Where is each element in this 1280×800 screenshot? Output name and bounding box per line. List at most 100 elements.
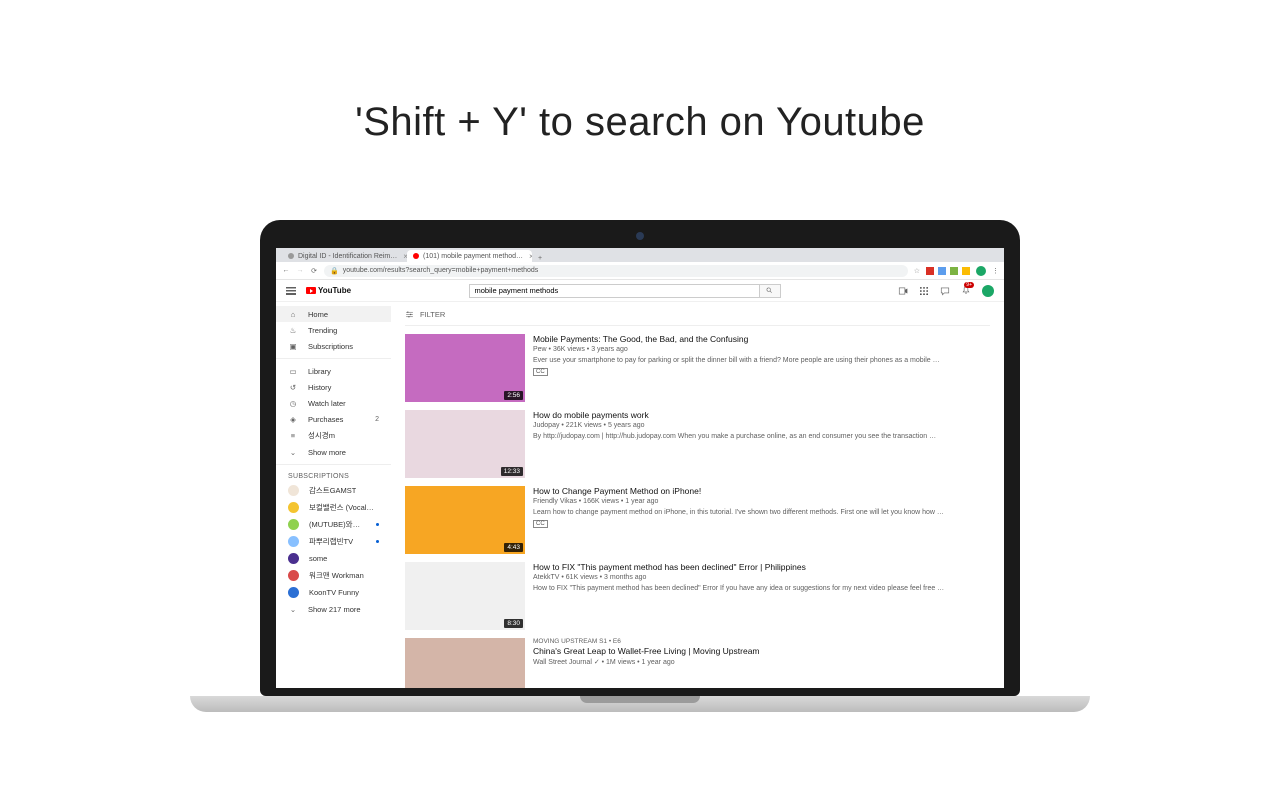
search-result[interactable]: 4:43 How to Change Payment Method on iPho… [405,486,990,554]
address-bar[interactable]: 🔒 youtube.com/results?search_query=mobil… [324,265,908,277]
sidebar-item-label: (MUTUBE)와꾸… [309,519,366,530]
reload-button[interactable]: ⟳ [310,267,318,275]
duration-badge: 12:33 [501,467,523,476]
camera-icon [636,232,644,240]
sidebar: ⌂ Home ♨Trending▣Subscriptions ▭Library↺Hi… [276,302,391,688]
home-icon: ⌂ [288,309,298,319]
filter-icon [405,310,414,319]
video-description: Learn how to change payment method on iP… [533,508,990,517]
sidebar-item[interactable]: ▣Subscriptions [276,338,391,354]
menu-icon[interactable] [286,287,296,295]
sidebar-item[interactable]: ▭Library [276,363,391,379]
video-byline[interactable]: Pew • 36K views • 3 years ago [533,346,990,353]
search-result[interactable]: MOVING UPSTREAM S1 • E6China's Great Lea… [405,638,990,688]
sidebar-item-count: 2 [375,416,379,423]
channel-avatar [288,587,299,598]
sidebar-sub-item[interactable]: some [276,550,391,567]
menu-icon[interactable]: ⋮ [992,267,998,275]
video-byline[interactable]: AtekkTV • 61K views • 3 months ago [533,574,990,581]
video-title[interactable]: China's Great Leap to Wallet-Free Living… [533,646,990,656]
create-icon[interactable] [898,286,908,296]
chev-icon: ⌄ [288,447,298,457]
sidebar-sub-item[interactable]: (MUTUBE)와꾸… [276,516,391,533]
sidebar-sub-item[interactable]: KoonTV Funny [276,584,391,601]
video-byline[interactable]: Wall Street Journal ✓ • 1M views • 1 yea… [533,658,990,666]
sidebar-item[interactable]: ↺History [276,379,391,395]
sidebar-item-label: Home [308,310,328,319]
notification-badge: 9+ [964,282,974,288]
extension-icon[interactable] [962,267,970,275]
video-thumbnail[interactable] [405,638,525,688]
extension-icon[interactable] [926,267,934,275]
extension-icon[interactable] [938,267,946,275]
filter-button[interactable]: FILTER [405,310,990,326]
sidebar-sub-item[interactable]: 파뿌리랩빈TV [276,533,391,550]
page-title: 'Shift + Y' to search on Youtube [0,100,1280,145]
browser-tab[interactable]: Digital ID - Identification Reim… × [282,250,407,262]
sidebar-item-label: 워크맨 Workman [309,570,364,581]
sidebar-item-show-more-subs[interactable]: ⌄ Show 217 more [276,601,391,617]
lib-icon: ▭ [288,366,298,376]
sidebar-item[interactable]: ⌄ Show more [276,444,391,460]
results-main: FILTER 2:56 Mobile Payments: The Good, th… [391,302,1004,688]
url-text: youtube.com/results?search_query=mobile+… [343,267,539,274]
new-content-dot [376,540,379,543]
new-tab-button[interactable]: + [532,255,548,262]
search-result[interactable]: 8:30 How to FIX "This payment method has … [405,562,990,630]
search-result[interactable]: 2:56 Mobile Payments: The Good, the Bad, … [405,334,990,402]
sidebar-item-label: 성시경m [308,430,335,441]
video-byline[interactable]: Judopay • 221K views • 5 years ago [533,422,990,429]
tab-label: (101) mobile payment method… [423,253,523,260]
bookmark-icon[interactable]: ☆ [914,267,920,275]
youtube-logo[interactable]: YouTube [306,286,351,295]
sidebar-item-label: Show more [308,448,346,457]
extension-icons [926,267,970,275]
lock-icon: 🔒 [330,267,339,275]
sidebar-item-label: Purchases [308,415,343,424]
sidebar-item[interactable]: ≡성시경m [276,427,391,444]
sidebar-item[interactable]: ⌂ Home [276,306,391,322]
messages-icon[interactable] [940,286,950,296]
search-result[interactable]: 12:33 How do mobile payments work Judopay … [405,410,990,478]
apps-icon[interactable] [919,286,929,296]
filter-label: FILTER [420,310,445,319]
extension-icon[interactable] [950,267,958,275]
video-title[interactable]: How to Change Payment Method on iPhone! [533,486,990,496]
sidebar-item[interactable]: ♨Trending [276,322,391,338]
video-title[interactable]: How do mobile payments work [533,410,990,420]
profile-avatar[interactable] [976,266,986,276]
channel-avatar [288,570,299,581]
video-thumbnail[interactable]: 8:30 [405,562,525,630]
video-title[interactable]: Mobile Payments: The Good, the Bad, and … [533,334,990,344]
duration-badge: 4:43 [504,543,523,552]
cc-badge: CC [533,368,548,376]
video-byline[interactable]: Friendly Vikas • 166K views • 1 year ago [533,498,990,505]
duration-badge: 2:56 [504,391,523,400]
notifications-button[interactable]: 9+ [961,285,971,297]
sidebar-sub-item[interactable]: 보컬밸런스 (Vocal… [276,499,391,516]
video-thumbnail[interactable]: 4:43 [405,486,525,554]
video-title[interactable]: How to FIX "This payment method has been… [533,562,990,572]
duration-badge: 8:30 [504,619,523,628]
browser-tab-active[interactable]: (101) mobile payment method… × [407,250,532,262]
search-input[interactable] [469,284,759,298]
back-button[interactable]: ← [282,267,290,275]
sidebar-sub-item[interactable]: 감스트GAMST [276,482,391,499]
favicon-icon [413,253,419,259]
video-thumbnail[interactable]: 12:33 [405,410,525,478]
sidebar-item[interactable]: ◈Purchases2 [276,411,391,427]
channel-avatar [288,553,299,564]
sidebar-item-label: History [308,383,331,392]
account-avatar[interactable] [982,285,994,297]
forward-button[interactable]: → [296,267,304,275]
sidebar-sub-item[interactable]: 워크맨 Workman [276,567,391,584]
tab-label: Digital ID - Identification Reim… [298,253,397,260]
sidebar-item-label: 감스트GAMST [309,485,356,496]
address-bar-row: ← → ⟳ 🔒 youtube.com/results?search_query… [276,262,1004,280]
cc-badge: CC [533,520,548,528]
video-thumbnail[interactable]: 2:56 [405,334,525,402]
sidebar-item[interactable]: ◷Watch later [276,395,391,411]
sidebar-item-label: Subscriptions [308,342,353,351]
search-icon [766,287,773,294]
search-button[interactable] [759,284,781,298]
